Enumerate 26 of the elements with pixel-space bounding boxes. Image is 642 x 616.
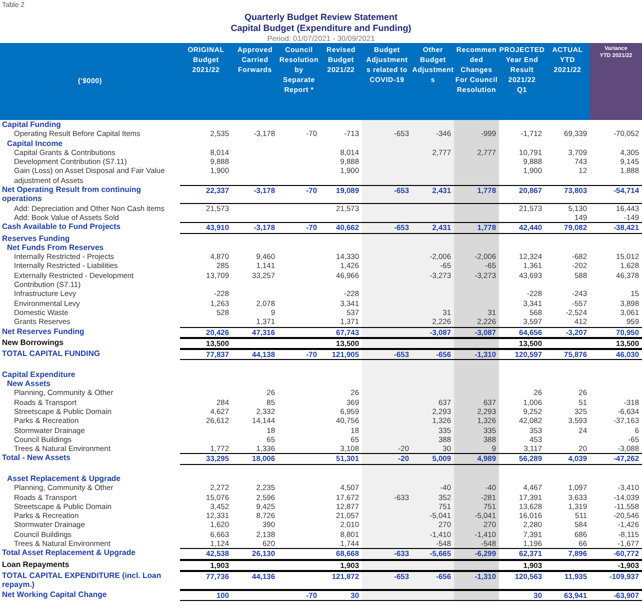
table-cell xyxy=(278,453,320,465)
table-cell xyxy=(454,166,499,186)
table-cell xyxy=(362,326,412,338)
report-title: Capital Budget (Expenditure and Funding) xyxy=(230,23,412,34)
table-cell xyxy=(232,338,278,350)
table-cell xyxy=(454,120,499,130)
table-cell xyxy=(454,560,499,571)
table-cell xyxy=(412,590,454,601)
table-cell xyxy=(278,548,320,560)
table-cell xyxy=(278,326,320,338)
table-cell xyxy=(412,338,454,350)
table-cell xyxy=(362,560,412,571)
table-cell xyxy=(232,590,278,601)
table-cell xyxy=(545,560,590,571)
table-cell xyxy=(278,570,320,590)
table-cell xyxy=(362,590,412,601)
table-cell xyxy=(232,560,278,571)
table-cell xyxy=(545,338,590,350)
report-title: Quarterly Budget Review Statement xyxy=(243,12,399,23)
table-cell xyxy=(454,338,499,350)
table-cell xyxy=(454,360,499,370)
table-cell xyxy=(412,560,454,571)
table-cell xyxy=(362,338,412,350)
table-cell xyxy=(454,590,499,601)
table-cell xyxy=(278,338,320,350)
table-cell xyxy=(278,560,320,571)
